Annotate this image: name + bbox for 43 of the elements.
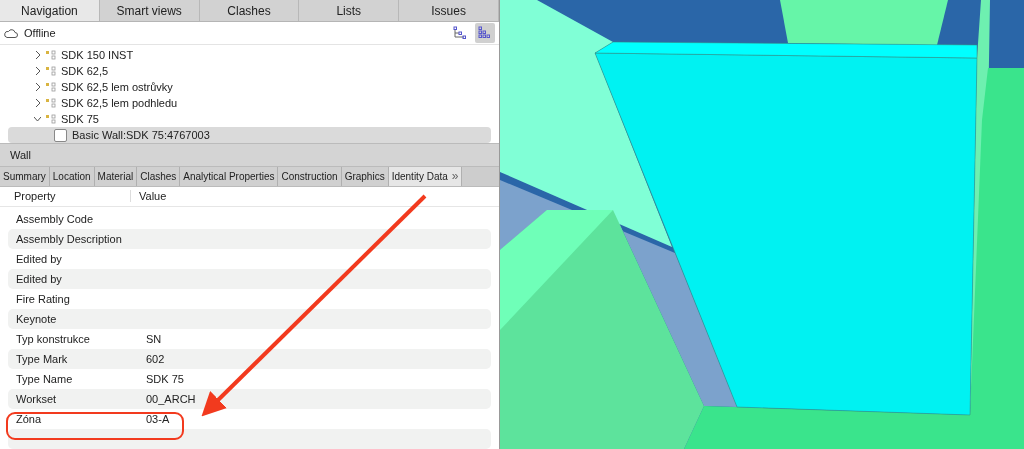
property-name: Keynote xyxy=(15,313,58,326)
property-tab[interactable]: Identity Data » xyxy=(388,166,463,186)
group-icon xyxy=(46,114,56,125)
property-value: SDK 75 xyxy=(145,373,185,386)
more-tabs-button[interactable]: » xyxy=(451,169,459,184)
tree-item[interactable]: Basic Wall:SDK 75:4767003 xyxy=(8,127,491,144)
checkbox[interactable] xyxy=(54,128,67,142)
property-tab[interactable]: Summary xyxy=(0,166,50,186)
property-value: 03-A xyxy=(145,413,171,426)
property-name: Type Name xyxy=(15,373,74,386)
tree-item[interactable]: SDK 62,5 xyxy=(8,63,491,80)
grid-icon xyxy=(478,26,492,41)
property-name: Edited by xyxy=(15,273,63,286)
group-icon xyxy=(46,82,56,93)
group-icon xyxy=(46,50,56,61)
property-name: Workset xyxy=(15,393,58,406)
property-name: Assembly Description xyxy=(15,233,123,246)
property-value: 602 xyxy=(145,353,166,366)
property-name: Edited by xyxy=(15,253,63,266)
group-icon xyxy=(46,66,56,77)
group-icon xyxy=(46,98,56,109)
property-name: Assembly Code xyxy=(15,213,95,226)
grid-view-button[interactable] xyxy=(475,23,495,44)
nav-tab[interactable]: Navigation xyxy=(0,0,100,22)
tree-item[interactable]: SDK 75 xyxy=(8,111,491,128)
property-name: Type Mark xyxy=(15,353,69,366)
column-header: Property xyxy=(13,190,57,203)
property-name: Typ konstrukce xyxy=(15,333,91,346)
property-tab[interactable]: Clashes xyxy=(137,166,181,186)
property-name: Zóna xyxy=(15,413,43,426)
tree-item[interactable]: SDK 150 INST xyxy=(8,47,491,64)
panel-header: Wall xyxy=(0,143,499,166)
status-label: Offline xyxy=(24,27,56,40)
cloud-icon xyxy=(4,28,18,38)
tree-item[interactable]: SDK 62,5 lem ostrůvky xyxy=(8,79,491,96)
property-value: SN xyxy=(145,333,163,346)
column-header: Value xyxy=(130,190,499,203)
3d-model-drawing[interactable] xyxy=(500,0,1024,449)
property-name: Fire Rating xyxy=(15,293,71,306)
tree-item[interactable]: SDK 62,5 lem podhledu xyxy=(8,95,491,112)
property-tab[interactable]: Analytical Properties xyxy=(180,166,279,186)
hierarchy-icon xyxy=(452,26,466,41)
property-value: 00_ARCH xyxy=(145,393,197,406)
